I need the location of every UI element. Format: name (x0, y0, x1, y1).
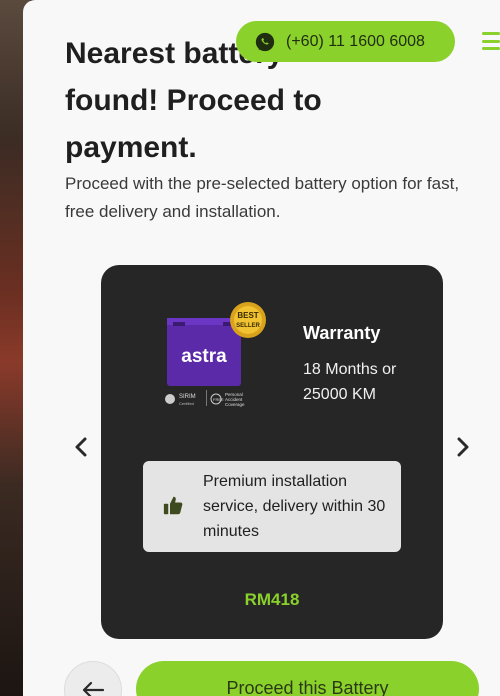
installation-text: Premium installation service, delivery w… (203, 473, 386, 540)
svg-text:BEST: BEST (237, 311, 258, 320)
svg-text:SELLER: SELLER (236, 323, 260, 329)
svg-text:Coverage: Coverage (225, 402, 245, 407)
svg-text:FREE: FREE (213, 397, 224, 402)
svg-text:astra: astra (181, 346, 227, 367)
page-subtitle: Proceed with the pre-selected battery op… (65, 174, 460, 221)
battery-image: astra BEST SELLER SIRIM Certified FREE P… (165, 302, 266, 407)
whatsapp-contact-button[interactable]: (+60) 11 1600 6008 (236, 21, 455, 62)
svg-text:Certified: Certified (179, 401, 194, 406)
battery-price: RM418 (244, 590, 300, 609)
proceed-battery-button[interactable]: Proceed this Battery (136, 661, 479, 696)
chevron-right-icon (457, 437, 469, 457)
hamburger-menu-icon[interactable] (482, 32, 500, 50)
thumbs-up-icon (163, 496, 183, 515)
next-battery-button[interactable] (450, 434, 476, 460)
whatsapp-number: (+60) 11 1600 6008 (286, 32, 425, 50)
svg-text:SIRIM: SIRIM (179, 394, 196, 400)
arrow-left-icon (82, 681, 105, 696)
warranty-title: Warranty (303, 323, 381, 343)
whatsapp-icon (255, 32, 275, 51)
chevron-left-icon (75, 437, 87, 457)
warranty-detail: 18 Months or 25000 KM (303, 361, 397, 403)
prev-battery-button[interactable] (68, 434, 94, 460)
